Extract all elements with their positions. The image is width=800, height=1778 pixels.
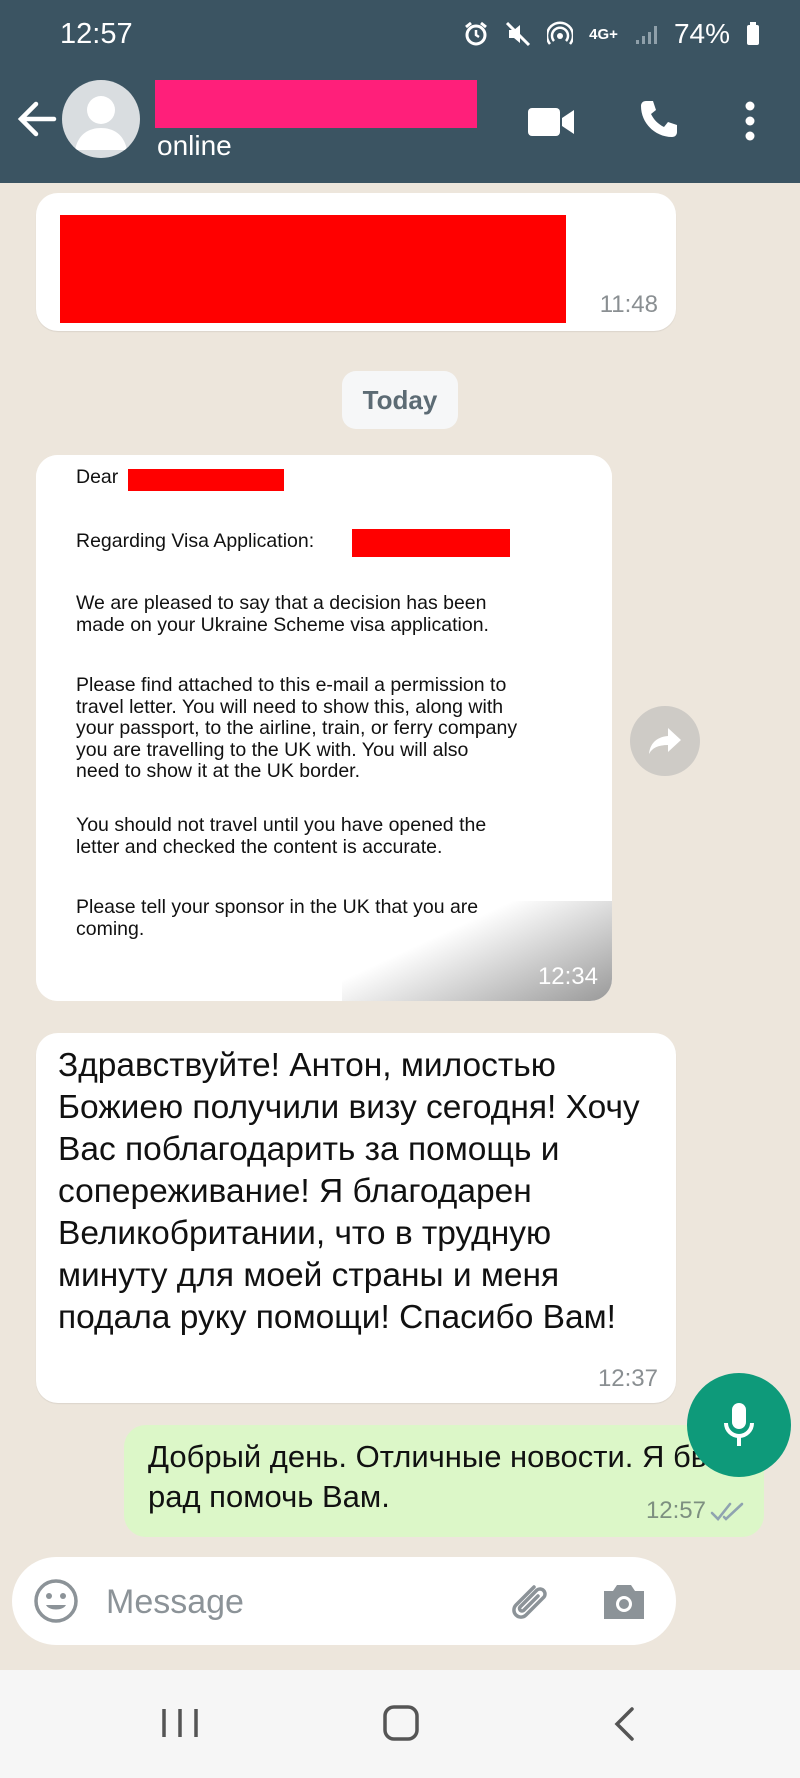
recents-icon[interactable] — [160, 1705, 200, 1741]
doc-regarding: Regarding Visa Application: — [76, 530, 315, 552]
status-time: 12:57 — [60, 18, 133, 50]
incoming-message-redacted[interactable]: 11:48 — [36, 193, 676, 331]
default-avatar-icon — [75, 96, 127, 150]
incoming-image-message[interactable]: Dear Regarding Visa Application: We are … — [36, 455, 612, 1001]
presence-status: online — [157, 130, 232, 161]
date-chip: Today — [342, 371, 458, 429]
incoming-text-message[interactable]: Здравствуйте! Антон, милостью Божиею пол… — [36, 1033, 676, 1403]
voice-message-button[interactable] — [687, 1373, 791, 1477]
read-receipt-icon — [710, 1502, 744, 1521]
doc-paragraph: You should not travel until you have ope… — [76, 814, 487, 858]
chat-area[interactable]: 11:48 Today Dear Regarding Visa Applicat… — [0, 183, 800, 1670]
battery-percent: 74% — [673, 18, 730, 49]
contact-name-redacted[interactable] — [155, 80, 477, 128]
home-icon[interactable] — [382, 1704, 420, 1742]
message-time: 11:48 — [599, 291, 658, 318]
message-time: 12:34 — [537, 963, 598, 990]
battery-icon — [747, 22, 759, 45]
status-icons: 4G+ 74% — [463, 18, 760, 50]
hotspot-icon — [547, 21, 574, 45]
attach-icon[interactable] — [504, 1577, 552, 1625]
network-type: 4G+ — [589, 25, 618, 43]
system-nav-bar — [0, 1670, 800, 1778]
outgoing-text-message[interactable]: Добрый день. Отличные новости. Я был рад… — [124, 1425, 764, 1537]
more-options-icon[interactable] — [743, 100, 757, 142]
message-text-redacted — [60, 215, 566, 323]
message-time: 12:57 — [645, 1497, 706, 1524]
doc-dear: Dear — [76, 466, 119, 488]
doc-reference-redacted — [352, 529, 510, 557]
phone-icon[interactable] — [636, 98, 680, 142]
back-icon[interactable] — [14, 96, 60, 142]
forward-button[interactable] — [630, 706, 700, 776]
message-time: 12:37 — [597, 1365, 658, 1392]
avatar[interactable] — [62, 80, 140, 158]
doc-paragraph: We are pleased to say that a decision ha… — [76, 592, 489, 636]
message-composer[interactable] — [12, 1557, 676, 1645]
back-nav-icon[interactable] — [612, 1706, 636, 1742]
alarm-icon — [465, 21, 488, 46]
microphone-icon — [724, 1403, 754, 1446]
message-input[interactable] — [104, 1571, 438, 1633]
doc-name-redacted — [128, 469, 284, 491]
message-text: Здравствуйте! Антон, милостью Божиею пол… — [58, 1047, 640, 1336]
video-call-icon[interactable] — [527, 104, 575, 140]
emoji-icon[interactable] — [32, 1577, 80, 1625]
camera-icon[interactable] — [600, 1579, 648, 1623]
forward-icon — [649, 728, 681, 754]
app-header: 12:57 4G+ 74% online — [0, 0, 800, 183]
mute-icon — [506, 21, 531, 47]
doc-paragraph: Please find attached to this e-mail a pe… — [76, 674, 518, 782]
signal-icon — [635, 26, 657, 44]
